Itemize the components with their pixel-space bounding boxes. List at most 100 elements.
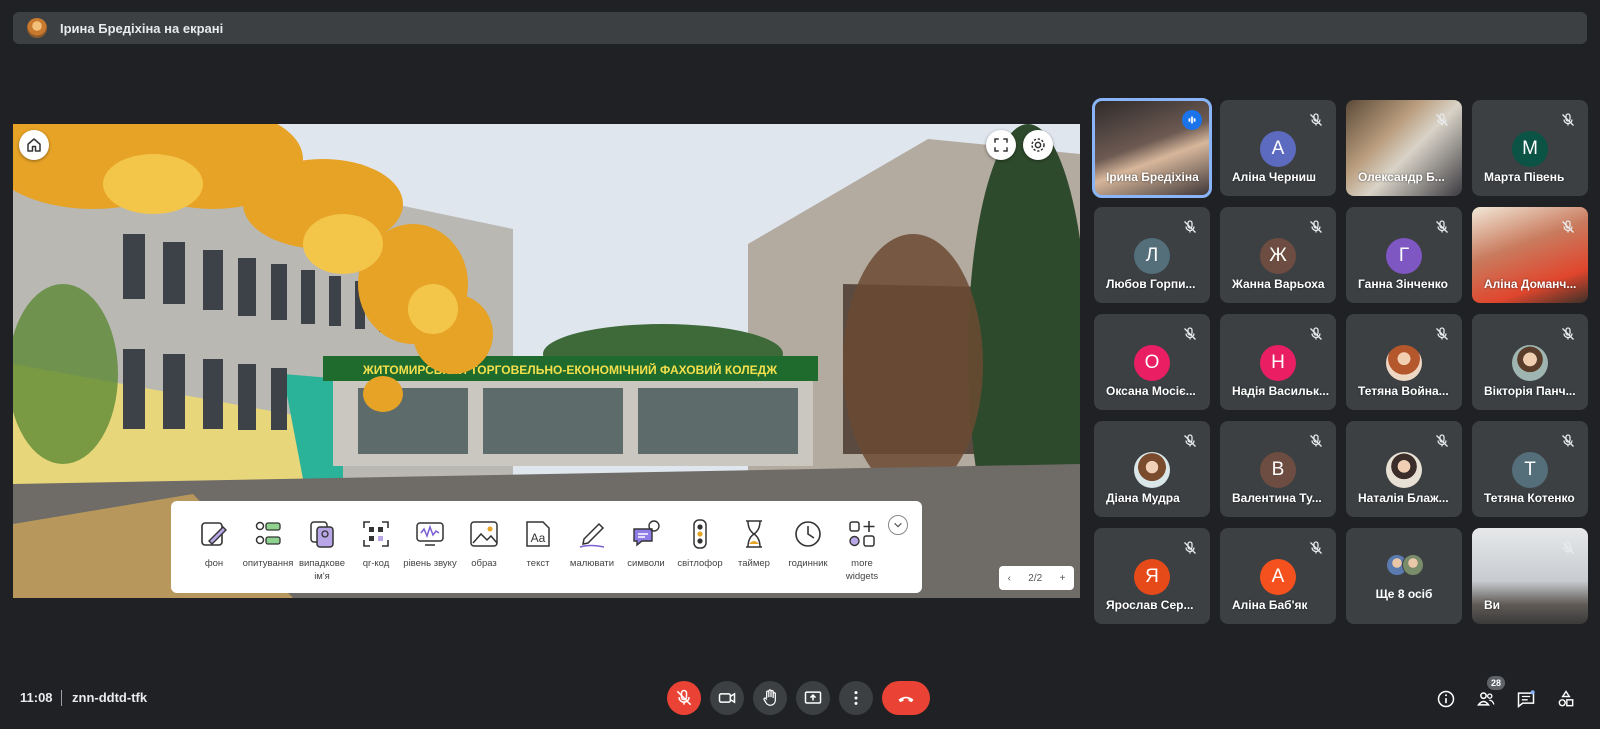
participant-tile[interactable]: Ще 8 осіб bbox=[1346, 528, 1462, 624]
participant-tile[interactable]: О Оксана Мосіє... bbox=[1094, 314, 1210, 410]
more-participants-label: Ще 8 осіб bbox=[1375, 587, 1433, 601]
background-edit-icon bbox=[201, 522, 227, 546]
tool-random-name[interactable]: випадкове ім'я bbox=[295, 517, 349, 593]
avatar: В bbox=[1260, 452, 1296, 488]
participant-name: Діана Мудра bbox=[1106, 491, 1180, 505]
participant-tile[interactable]: Тетяна Война... bbox=[1346, 314, 1462, 410]
avatar: Г bbox=[1386, 238, 1422, 274]
participant-tile[interactable]: Ірина Бредіхіна bbox=[1092, 98, 1212, 198]
muted-mic-icon bbox=[1560, 219, 1576, 235]
tool-draw[interactable]: малювати bbox=[565, 517, 619, 593]
participant-tile[interactable]: А Аліна Черниш bbox=[1220, 100, 1336, 196]
muted-mic-icon bbox=[1308, 326, 1324, 342]
participant-tile[interactable]: Олександр Б... bbox=[1346, 100, 1462, 196]
qr-code-icon bbox=[363, 521, 389, 547]
participant-tile[interactable]: Вікторія Панч... bbox=[1472, 314, 1588, 410]
tool-sound-level[interactable]: рівень звуку bbox=[403, 517, 457, 593]
participant-name: Жанна Варьоха bbox=[1232, 277, 1325, 291]
page-indicator: 2/2 bbox=[1028, 572, 1043, 584]
tool-traffic-light[interactable]: світлофор bbox=[673, 517, 727, 593]
clock-icon bbox=[795, 521, 821, 547]
more-vert-icon bbox=[854, 691, 858, 705]
prev-page-button[interactable]: ‹ bbox=[1008, 573, 1011, 584]
building-sign-text: ЖИТОМИРСЬКИЙ ТОРГОВЕЛЬНО-ЕКОНОМІЧНИЙ ФАХ… bbox=[362, 362, 777, 377]
participant-tile[interactable]: Діана Мудра bbox=[1094, 421, 1210, 517]
image-icon bbox=[470, 521, 498, 547]
present-icon bbox=[804, 691, 822, 704]
participant-name: Надія Васильк... bbox=[1232, 384, 1330, 398]
participant-tile[interactable]: А Аліна Баб'як bbox=[1220, 528, 1336, 624]
clock-time: 11:08 bbox=[20, 690, 53, 705]
participant-name: Вікторія Панч... bbox=[1484, 384, 1576, 398]
participant-name: Ірина Бредіхіна bbox=[1106, 170, 1199, 184]
participant-name: Валентина Ту... bbox=[1232, 491, 1322, 505]
text-icon: Aa bbox=[526, 521, 550, 547]
participant-tile[interactable]: Аліна Доманч... bbox=[1472, 207, 1588, 303]
participant-name: Аліна Черниш bbox=[1232, 170, 1316, 184]
tool-clock[interactable]: годинник bbox=[781, 517, 835, 593]
muted-mic-icon bbox=[1434, 112, 1450, 128]
page-navigator: ‹ 2/2 + bbox=[999, 566, 1074, 590]
muted-mic-icon bbox=[1434, 219, 1450, 235]
camera-icon bbox=[718, 692, 736, 704]
leave-call-button[interactable] bbox=[882, 681, 930, 715]
participant-tile[interactable]: Т Тетяна Котенко bbox=[1472, 421, 1588, 517]
participant-tile[interactable]: Наталія Блаж... bbox=[1346, 421, 1462, 517]
raise-hand-button[interactable] bbox=[753, 681, 787, 715]
muted-mic-icon bbox=[1308, 540, 1324, 556]
participant-tile[interactable]: Л Любов Горпи... bbox=[1094, 207, 1210, 303]
draw-icon bbox=[579, 522, 605, 548]
tool-timer[interactable]: таймер bbox=[727, 517, 781, 593]
avatar bbox=[1134, 452, 1170, 488]
gear-icon bbox=[1031, 138, 1045, 152]
mic-toggle-button[interactable] bbox=[667, 681, 701, 715]
fullscreen-button[interactable] bbox=[986, 130, 1016, 160]
present-screen-button[interactable] bbox=[796, 681, 830, 715]
more-options-button[interactable] bbox=[839, 681, 873, 715]
participant-tile[interactable]: Н Надія Васильк... bbox=[1220, 314, 1336, 410]
settings-button[interactable] bbox=[1023, 130, 1053, 160]
tool-text[interactable]: Aa текст bbox=[511, 517, 565, 593]
divider bbox=[61, 690, 62, 706]
participant-tile[interactable]: Ж Жанна Варьоха bbox=[1220, 207, 1336, 303]
people-button[interactable] bbox=[1475, 688, 1497, 710]
tool-qr-code[interactable]: qr-код bbox=[349, 517, 403, 593]
participant-tile[interactable]: Г Ганна Зінченко bbox=[1346, 207, 1462, 303]
home-icon bbox=[27, 138, 41, 152]
muted-mic-icon bbox=[1182, 433, 1198, 449]
tool-more-widgets[interactable]: more widgets bbox=[835, 517, 889, 593]
toolbar-collapse-button[interactable] bbox=[888, 515, 908, 535]
add-page-button[interactable]: + bbox=[1059, 573, 1065, 584]
participant-name: Тетяна Котенко bbox=[1484, 491, 1575, 505]
meeting-details-button[interactable] bbox=[1435, 688, 1457, 710]
participant-name: Ганна Зінченко bbox=[1358, 277, 1448, 291]
presenting-banner-text: Ірина Бредіхіна на екрані bbox=[60, 20, 224, 36]
muted-mic-icon bbox=[1182, 219, 1198, 235]
hang-up-icon bbox=[898, 696, 914, 703]
activities-button[interactable] bbox=[1555, 688, 1577, 710]
avatar-group bbox=[1386, 554, 1430, 578]
symbols-icon bbox=[633, 520, 660, 547]
camera-toggle-button[interactable] bbox=[710, 681, 744, 715]
muted-mic-icon bbox=[1182, 326, 1198, 342]
participant-name: Марта Півень bbox=[1484, 170, 1565, 184]
participant-tile[interactable]: М Марта Півень bbox=[1472, 100, 1588, 196]
people-count-badge: 28 bbox=[1487, 676, 1505, 690]
participant-tile[interactable]: Ви bbox=[1472, 528, 1588, 624]
tool-image[interactable]: образ bbox=[457, 517, 511, 593]
presenting-banner: Ірина Бредіхіна на екрані bbox=[13, 12, 1587, 44]
home-button[interactable] bbox=[19, 130, 49, 160]
tool-symbols[interactable]: символи bbox=[619, 517, 673, 593]
chat-button[interactable] bbox=[1515, 688, 1537, 710]
traffic-light-icon bbox=[693, 519, 707, 549]
participant-name: Аліна Доманч... bbox=[1484, 277, 1577, 291]
muted-mic-icon bbox=[1560, 326, 1576, 342]
participant-tile[interactable]: Я Ярослав Сер... bbox=[1094, 528, 1210, 624]
hourglass-icon bbox=[746, 520, 762, 548]
participant-tile[interactable]: В Валентина Ту... bbox=[1220, 421, 1336, 517]
avatar: А bbox=[1260, 559, 1296, 595]
muted-mic-icon bbox=[1434, 433, 1450, 449]
tool-background[interactable]: фон bbox=[187, 517, 241, 593]
tool-poll[interactable]: опитування bbox=[241, 517, 295, 593]
participant-name: Тетяна Война... bbox=[1358, 384, 1449, 398]
